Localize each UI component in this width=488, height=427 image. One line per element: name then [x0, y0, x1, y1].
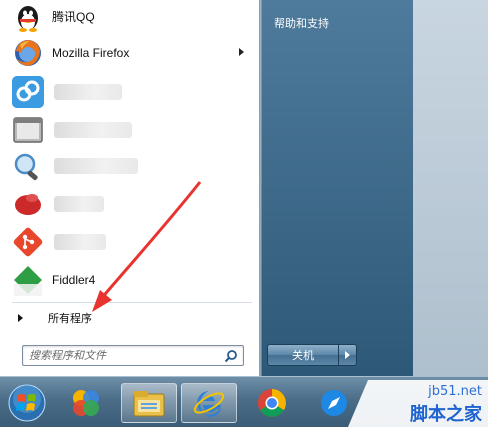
submenu-arrow-icon — [239, 48, 244, 56]
program-label: Mozilla Firefox — [52, 46, 130, 60]
all-programs-label: 所有程序 — [48, 312, 92, 325]
program-item-qq[interactable]: 腾讯QQ — [8, 0, 252, 34]
arrow-right-icon — [345, 351, 350, 359]
fiddler-icon — [12, 264, 44, 296]
program-item-blurred[interactable] — [8, 112, 252, 148]
firefox-icon — [12, 37, 44, 69]
media-app-icon — [73, 390, 99, 416]
blue-app-icon — [12, 76, 44, 108]
right-panel: 帮助和支持 关机 — [261, 0, 413, 376]
blurred-label — [54, 158, 138, 174]
programs-panel: 腾讯QQ Mozilla Firefox Fiddler4 所有程序 搜索程序和… — [0, 0, 260, 376]
all-programs-button[interactable]: 所有程序 — [8, 305, 252, 331]
window-app-icon — [12, 114, 44, 146]
blurred-label — [54, 122, 132, 138]
shutdown-options-button[interactable] — [339, 344, 357, 366]
shutdown-button[interactable]: 关机 — [267, 344, 339, 366]
search-icon[interactable] — [224, 349, 238, 363]
file-explorer-icon — [133, 391, 165, 417]
program-item-blurred[interactable] — [8, 148, 252, 184]
magnifier-app-icon — [12, 150, 44, 182]
program-item-git[interactable] — [8, 224, 252, 260]
taskbar — [0, 376, 488, 427]
taskbar-chrome[interactable] — [244, 383, 300, 423]
taskbar-file-explorer[interactable] — [121, 383, 177, 423]
qq-penguin-icon — [12, 0, 44, 32]
taskbar-internet-explorer[interactable] — [181, 383, 237, 423]
browser-compass-icon — [321, 390, 347, 416]
arrow-right-icon — [18, 314, 23, 322]
taskbar-browser[interactable] — [306, 383, 362, 423]
program-item-blurred[interactable] — [8, 186, 252, 222]
taskbar-media-app[interactable] — [58, 383, 114, 423]
search-input[interactable] — [29, 348, 219, 363]
git-icon — [12, 226, 44, 258]
start-orb-icon — [8, 384, 46, 422]
program-label: 腾讯QQ — [52, 9, 95, 24]
program-label: Fiddler4 — [52, 273, 96, 287]
program-item-blurred[interactable] — [8, 74, 252, 110]
search-box[interactable] — [22, 345, 244, 366]
red-app-icon — [12, 188, 44, 220]
divider — [12, 302, 252, 303]
internet-explorer-icon — [193, 391, 225, 417]
blurred-label — [54, 84, 122, 100]
shutdown-group: 关机 — [267, 344, 357, 366]
desktop-background — [413, 0, 488, 376]
help-and-support-link[interactable]: 帮助和支持 — [274, 15, 329, 31]
program-item-fiddler[interactable]: Fiddler4 — [8, 262, 252, 298]
chrome-icon — [258, 389, 286, 417]
blurred-label — [54, 234, 106, 250]
program-item-firefox[interactable]: Mozilla Firefox — [8, 35, 252, 71]
blurred-label — [54, 196, 104, 212]
start-button[interactable] — [2, 383, 52, 423]
